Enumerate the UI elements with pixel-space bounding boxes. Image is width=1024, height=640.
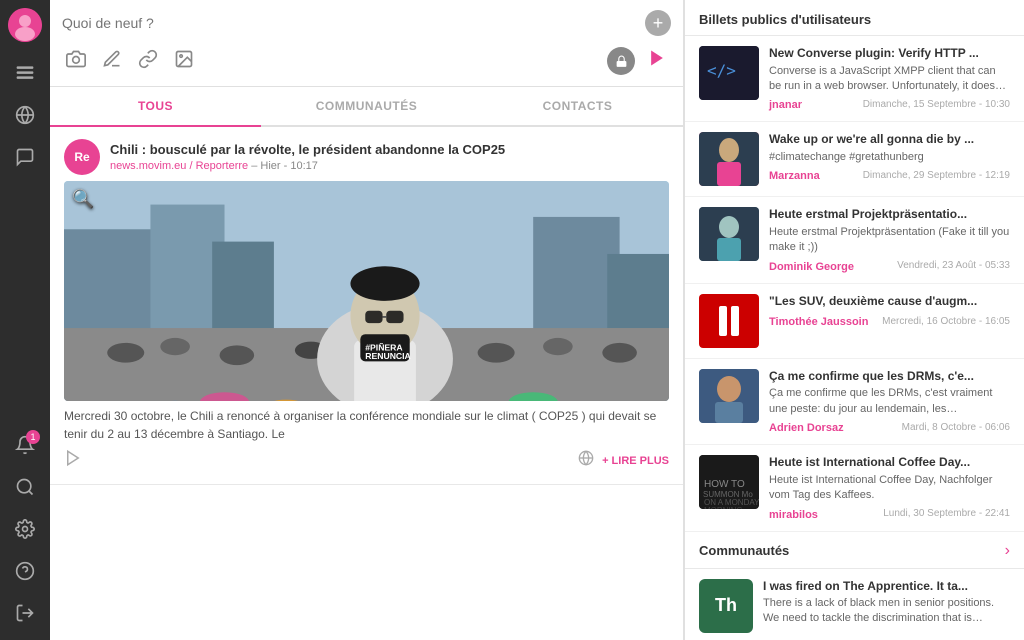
community-thumb-label: Th xyxy=(715,595,737,616)
community-desc: There is a lack of black men in senior p… xyxy=(763,596,1010,627)
home-icon[interactable] xyxy=(8,56,42,90)
send-post-button[interactable] xyxy=(643,44,671,78)
svg-text:MORNING: MORNING xyxy=(704,506,743,509)
ticket-info: Wake up or we're all gonna die by ... #c… xyxy=(769,132,1010,186)
ticket-author: Timothée Jaussoin xyxy=(769,316,868,328)
ticket-desc: Heute erstmal Projektpräsentation (Fake … xyxy=(769,225,1010,256)
communities-title: Communautés xyxy=(699,543,1005,558)
logout-icon[interactable] xyxy=(8,596,42,630)
ticket-info: Ça me confirme que les DRMs, c'e... Ça m… xyxy=(769,369,1010,434)
globe-icon[interactable] xyxy=(8,98,42,132)
tab-contacts[interactable]: CONTACTS xyxy=(472,87,683,127)
svg-text:HOW TO: HOW TO xyxy=(704,479,745,490)
ticket-title: Ça me confirme que les DRMs, c'e... xyxy=(769,369,1010,385)
communities-expand-icon[interactable]: › xyxy=(1005,542,1010,560)
ticket-thumbnail: HOW TO SUMMON Mo ON A MONDAY MORNING xyxy=(699,455,759,509)
ticket-author: mirabilos xyxy=(769,509,818,521)
post-avatar: Re xyxy=(64,139,100,175)
post-image[interactable]: #PIÑERA RENUNCIA 🔍 xyxy=(64,181,669,401)
post-share-button[interactable] xyxy=(64,449,82,472)
ticket-title: Heute ist International Coffee Day... xyxy=(769,455,1010,471)
read-more-button[interactable]: + LIRE PLUS xyxy=(602,455,669,467)
public-tickets-title: Billets publics d'utilisateurs xyxy=(685,0,1024,36)
ticket-title: "Les SUV, deuxième cause d'augm... xyxy=(769,294,1010,310)
tab-communautes[interactable]: COMMUNAUTÉS xyxy=(261,87,472,127)
ticket-item[interactable]: Ça me confirme que les DRMs, c'e... Ça m… xyxy=(685,359,1024,445)
ticket-desc: Converse is a JavaScript XMPP client tha… xyxy=(769,64,1010,95)
bell-icon[interactable]: 1 xyxy=(8,428,42,462)
ticket-item[interactable]: HOW TO SUMMON Mo ON A MONDAY MORNING Heu… xyxy=(685,445,1024,531)
post-source-link[interactable]: news.movim.eu / Reporterre xyxy=(110,160,248,172)
right-sidebar: Billets publics d'utilisateurs </> New C… xyxy=(684,0,1024,640)
search-icon[interactable] xyxy=(8,470,42,504)
ticket-thumbnail: </> xyxy=(699,46,759,100)
post-image-scene: #PIÑERA RENUNCIA 🔍 xyxy=(64,181,669,401)
camera-icon[interactable] xyxy=(62,45,90,78)
post-title: Chili : bousculé par la révolte, le prés… xyxy=(110,142,669,159)
post-meta: Chili : bousculé par la révolte, le prés… xyxy=(110,142,669,172)
post-input[interactable] xyxy=(62,15,637,31)
ticket-thumbnail xyxy=(699,207,759,261)
ticket-thumbnail xyxy=(699,132,759,186)
help-icon[interactable] xyxy=(8,554,42,588)
ticket-title: Heute erstmal Projektpräsentatio... xyxy=(769,207,1010,223)
svg-text:</>: </> xyxy=(707,61,736,80)
ticket-title: New Converse plugin: Verify HTTP ... xyxy=(769,46,1010,62)
draw-icon[interactable] xyxy=(98,45,126,78)
avatar[interactable] xyxy=(8,8,42,42)
post-card: Re Chili : bousculé par la révolte, le p… xyxy=(50,127,683,485)
communities-section-header[interactable]: Communautés › xyxy=(685,532,1024,569)
ticket-item[interactable]: Wake up or we're all gonna die by ... #c… xyxy=(685,122,1024,197)
image-icon[interactable] xyxy=(170,45,198,78)
ticket-info: Heute ist International Coffee Day... He… xyxy=(769,455,1010,520)
post-date: – Hier - 10:17 xyxy=(251,160,318,172)
feed: Re Chili : bousculé par la révolte, le p… xyxy=(50,127,683,640)
tab-tous[interactable]: TOUS xyxy=(50,87,261,127)
ticket-author: jnanar xyxy=(769,99,802,111)
lock-button[interactable] xyxy=(607,47,635,75)
add-post-button[interactable]: + xyxy=(645,10,671,36)
ticket-date: Vendredi, 23 Août - 05:33 xyxy=(897,260,1010,271)
ticket-date: Mardi, 8 Octobre - 06:06 xyxy=(902,422,1010,433)
chat-icon[interactable] xyxy=(8,140,42,174)
ticket-info: Heute erstmal Projektpräsentatio... Heut… xyxy=(769,207,1010,272)
ticket-date: Dimanche, 29 Septembre - 12:19 xyxy=(863,170,1010,181)
location-icon[interactable] xyxy=(578,450,594,471)
post-input-area: + xyxy=(50,0,683,87)
community-item[interactable]: Th I was fired on The Apprentice. It ta.… xyxy=(685,569,1024,640)
ticket-author: Marzanna xyxy=(769,170,820,182)
ticket-item[interactable]: Heute erstmal Projektpräsentatio... Heut… xyxy=(685,197,1024,283)
ticket-thumbnail xyxy=(699,294,759,348)
post-description: Mercredi 30 octobre, le Chili a renoncé … xyxy=(64,407,669,443)
community-thumbnail: Th xyxy=(699,579,753,633)
ticket-date: Lundi, 30 Septembre - 22:41 xyxy=(883,508,1010,519)
feed-tabs: TOUS COMMUNAUTÉS CONTACTS xyxy=(50,87,683,127)
ticket-thumbnail xyxy=(699,369,759,423)
ticket-date: Dimanche, 15 Septembre - 10:30 xyxy=(863,99,1010,110)
settings-icon[interactable] xyxy=(8,512,42,546)
ticket-author: Dominik George xyxy=(769,261,854,273)
ticket-author: Adrien Dorsaz xyxy=(769,422,844,434)
link-icon[interactable] xyxy=(134,45,162,78)
ticket-desc: Ça me confirme que les DRMs, c'est vraim… xyxy=(769,386,1010,417)
zoom-icon[interactable]: 🔍 xyxy=(72,189,94,210)
community-title: I was fired on The Apprentice. It ta... xyxy=(763,579,1010,595)
ticket-date: Mercredi, 16 Octobre - 16:05 xyxy=(882,316,1010,327)
ticket-desc: Heute ist International Coffee Day, Nach… xyxy=(769,473,1010,504)
ticket-title: Wake up or we're all gonna die by ... xyxy=(769,132,1010,148)
read-more-label: + LIRE PLUS xyxy=(602,455,669,467)
community-info: I was fired on The Apprentice. It ta... … xyxy=(763,579,1010,633)
post-footer: + LIRE PLUS xyxy=(64,449,669,472)
ticket-info: New Converse plugin: Verify HTTP ... Con… xyxy=(769,46,1010,111)
svg-text:RENUNCIA: RENUNCIA xyxy=(365,351,411,361)
ticket-item[interactable]: </> New Converse plugin: Verify HTTP ...… xyxy=(685,36,1024,122)
ticket-desc: #climatechange #gretathunberg xyxy=(769,150,1010,165)
ticket-info: "Les SUV, deuxième cause d'augm... Timot… xyxy=(769,294,1010,348)
main-content: + TOUS COMMUNAUTÉS xyxy=(50,0,684,640)
double-bar-icon xyxy=(719,306,739,336)
left-sidebar: 1 xyxy=(0,0,50,640)
post-source: news.movim.eu / Reporterre – Hier - 10:1… xyxy=(110,160,669,172)
notification-badge: 1 xyxy=(26,430,40,444)
ticket-item[interactable]: "Les SUV, deuxième cause d'augm... Timot… xyxy=(685,284,1024,359)
